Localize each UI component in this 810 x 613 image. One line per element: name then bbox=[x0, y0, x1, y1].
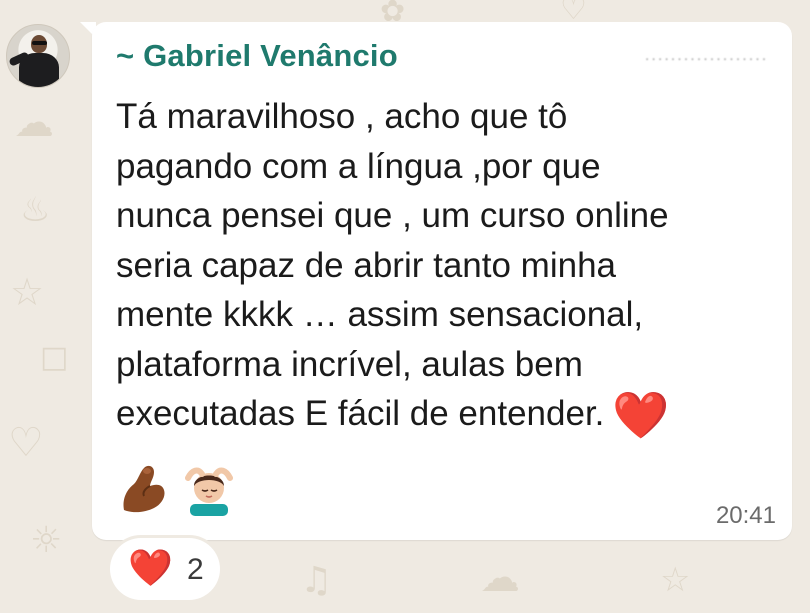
doodle-flame-icon: ♨ bbox=[20, 190, 51, 230]
message-line: Tá maravilhoso , acho que tô bbox=[116, 97, 568, 136]
reaction-count: 2 bbox=[187, 553, 204, 586]
message-text: Tá maravilhoso , acho que tô pagando com… bbox=[116, 92, 776, 441]
message-line: seria capaz de abrir tanto minha bbox=[116, 245, 616, 285]
doodle-sun-icon: ☼ bbox=[30, 520, 63, 561]
doodle-music-icon: ♫ bbox=[300, 560, 333, 601]
avatar-figure-glasses bbox=[32, 41, 47, 45]
message-line-last: executadas E fácil de entender. ❤️ bbox=[116, 389, 776, 441]
message-line: mente kkkk … assim sensacional, bbox=[116, 295, 644, 334]
sender-row: ~ Gabriel Venâncio ··················· bbox=[116, 38, 776, 78]
avatar-figure-body bbox=[19, 53, 59, 87]
sender-phone-masked: ··················· bbox=[644, 50, 768, 67]
message-line: executadas E fácil de entender. bbox=[116, 394, 605, 433]
sender-name[interactable]: ~ Gabriel Venâncio bbox=[116, 38, 398, 74]
doodle-calendar-icon: □ bbox=[40, 340, 69, 375]
reaction-pill[interactable]: ❤️ 2 bbox=[110, 538, 220, 600]
doodle-heart-icon: ♡ bbox=[8, 420, 44, 466]
avatar[interactable] bbox=[6, 24, 70, 88]
message-bubble[interactable]: ~ Gabriel Venâncio ··················· T… bbox=[92, 22, 792, 540]
message-timestamp: 20:41 bbox=[715, 502, 776, 529]
message-line: nunca pensei que , um curso online bbox=[116, 196, 669, 235]
message-line: plataforma incrível, aulas bem bbox=[116, 344, 583, 384]
red-heart-icon: ❤️ bbox=[612, 388, 670, 442]
doodle-star-icon: ☆ bbox=[660, 560, 691, 600]
doodle-star-icon: ☆ bbox=[10, 270, 45, 314]
message-line: pagando com a língua ,por que bbox=[116, 146, 601, 186]
doodle-cloud-icon: ☁ bbox=[480, 555, 520, 601]
pinched-fingers-icon bbox=[123, 465, 165, 513]
reaction-heart-icon: ❤️ bbox=[128, 548, 173, 589]
doodle-cloud-icon: ☁ bbox=[14, 100, 54, 146]
person-getting-massage-icon bbox=[185, 467, 233, 516]
